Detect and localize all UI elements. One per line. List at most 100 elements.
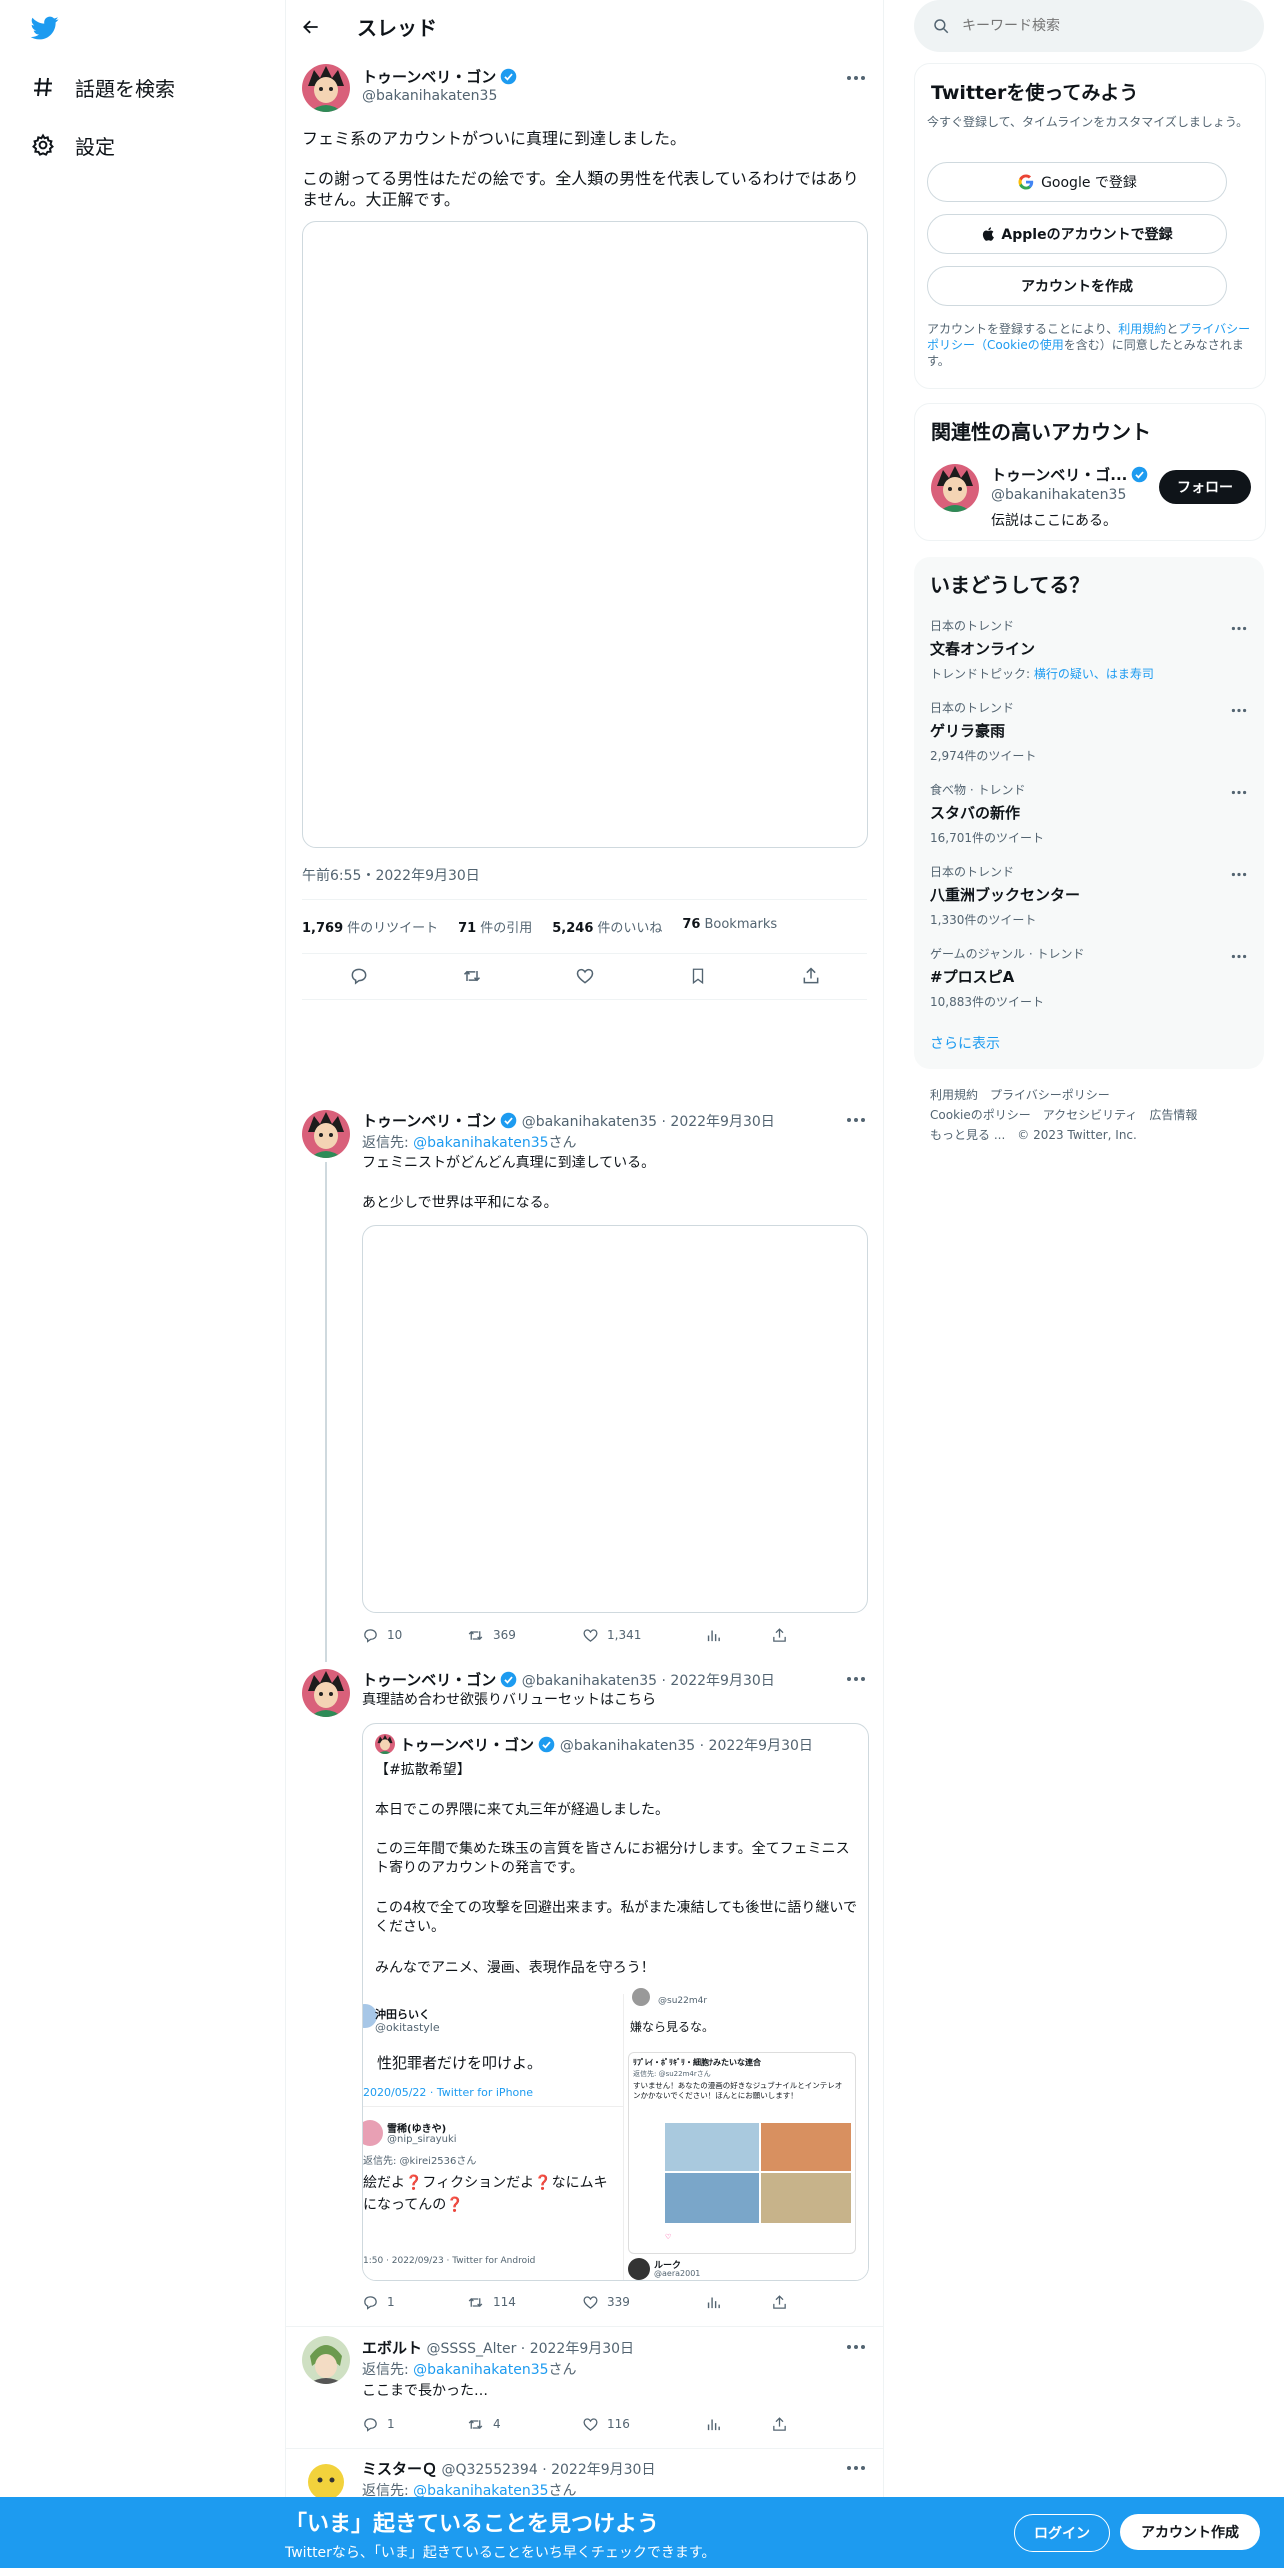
avatar[interactable] xyxy=(302,1110,350,1158)
reply-handle-date[interactable]: @bakanihakaten35 · 2022年9月30日 xyxy=(522,1114,775,1130)
footer-link[interactable]: プライバシーポリシー xyxy=(990,1088,1110,1102)
footer-link[interactable]: 広告情報 xyxy=(1149,1108,1197,1122)
more-options-icon[interactable] xyxy=(843,1107,869,1133)
back-arrow-icon[interactable] xyxy=(296,12,326,42)
twitter-bird-icon[interactable] xyxy=(29,14,61,42)
apple-signup-label: Appleのアカウントで登録 xyxy=(1001,227,1173,243)
share-icon[interactable] xyxy=(771,1627,788,1644)
share-icon[interactable] xyxy=(793,958,829,994)
retweet-button[interactable]: 4 xyxy=(466,2416,582,2433)
analytics-icon[interactable] xyxy=(705,2416,771,2433)
reply-handle-date[interactable]: @bakanihakaten35 · 2022年9月30日 xyxy=(522,1673,775,1689)
reply-button[interactable]: 1 xyxy=(362,2294,466,2311)
share-icon[interactable] xyxy=(771,2416,788,2433)
more-options-icon[interactable] xyxy=(843,1666,869,1692)
more-options-icon[interactable] xyxy=(1228,863,1250,885)
quote-image-collage[interactable]: 沖田らいく @okitastyle 性犯罪者だけを叩けよ。 2020/05/22… xyxy=(363,1988,868,2280)
retweet-icon[interactable] xyxy=(454,958,490,994)
reply-to-line: 返信先: @bakanihakaten35さん xyxy=(362,2359,577,2379)
more-options-icon[interactable] xyxy=(843,2334,869,2360)
terms-link[interactable]: 利用規約 xyxy=(1118,322,1166,336)
like-button[interactable]: 116 xyxy=(582,2416,705,2433)
avatar xyxy=(363,2120,383,2146)
signup-button[interactable]: アカウント作成 xyxy=(1120,2514,1260,2550)
verified-badge-icon xyxy=(1131,466,1148,483)
footer-link[interactable]: 利用規約 xyxy=(930,1088,978,1102)
trend-item[interactable]: 食べ物 · トレンド スタバの新作 16,701件のツイート xyxy=(930,781,1250,859)
retweet-button[interactable]: 369 xyxy=(466,1627,582,1644)
related-account-name-row[interactable]: トゥーンベリ・ゴ... xyxy=(991,464,1148,485)
like-icon[interactable] xyxy=(567,958,603,994)
reply-handle-date[interactable]: @SSSS_Alter · 2022年9月30日 xyxy=(426,2341,634,2357)
reply-handle-date[interactable]: @Q32552394 · 2022年9月30日 xyxy=(441,2462,655,2478)
more-options-icon[interactable] xyxy=(1228,945,1250,967)
avatar[interactable] xyxy=(302,2336,350,2384)
search-input[interactable] xyxy=(960,17,1244,35)
google-signup-button[interactable]: Google で登録 xyxy=(927,162,1227,202)
footer-link[interactable]: もっと見る ... xyxy=(930,1128,1005,1142)
reply-count: 1 xyxy=(387,2417,395,2431)
nav-explore[interactable]: 話題を検索 xyxy=(29,67,175,107)
quoted-tweet[interactable]: トゥーンベリ・ゴン @bakanihakaten35 · 2022年9月30日 … xyxy=(362,1723,869,2281)
nav-settings[interactable]: 設定 xyxy=(29,125,115,165)
trend-item[interactable]: 日本のトレンド ゲリラ豪雨 2,974件のツイート xyxy=(930,699,1250,777)
reply-to-link[interactable]: @bakanihakaten35 xyxy=(413,2362,548,2378)
reply-actions: 1 4 116 xyxy=(362,2414,788,2434)
reply-author-name[interactable]: トゥーンベリ・ゴン xyxy=(362,1671,496,1689)
retweet-count: 114 xyxy=(493,2295,516,2309)
trend-item[interactable]: ゲームのジャンル · トレンド #プロスピA 10,883件のツイート xyxy=(930,945,1250,1023)
left-navigation: 話題を検索 設定 xyxy=(0,0,285,2568)
copyright: © 2023 Twitter, Inc. xyxy=(1017,1128,1137,1142)
analytics-icon[interactable] xyxy=(705,1627,771,1644)
more-options-icon[interactable] xyxy=(843,65,869,91)
analytics-icon[interactable] xyxy=(705,2294,771,2311)
show-more-link[interactable]: さらに表示 xyxy=(930,1033,1000,1053)
create-account-button[interactable]: アカウントを作成 xyxy=(927,266,1227,306)
quote-text-line-1: 【#拡散希望】 xyxy=(375,1762,471,1778)
like-button[interactable]: 1,341 xyxy=(582,1627,705,1644)
more-options-icon[interactable] xyxy=(1228,699,1250,721)
search-box[interactable] xyxy=(914,0,1264,52)
avatar[interactable] xyxy=(302,64,350,112)
retweet-count: 369 xyxy=(493,1628,516,1642)
bookmark-count[interactable]: 76 Bookmarks xyxy=(682,917,777,936)
like-count[interactable]: 5,246 件のいいね xyxy=(552,917,662,936)
quote-count[interactable]: 71 件の引用 xyxy=(458,917,532,936)
reply-button[interactable]: 1 xyxy=(362,2416,466,2433)
footer-link[interactable]: Cookieのポリシー xyxy=(930,1108,1031,1122)
reply-author-name[interactable]: エボルト xyxy=(362,2339,422,2357)
author-name[interactable]: トゥーンベリ・ゴン xyxy=(362,66,517,87)
reply-to-line: 返信先: @bakanihakaten35さん xyxy=(362,1132,577,1152)
tweet-timestamp[interactable]: 午前6:55・2022年9月30日 xyxy=(302,865,480,885)
trend-item[interactable]: 日本のトレンド 文春オンライン トレンドトピック: 横行の疑い、はま寿司 xyxy=(930,617,1250,695)
retweet-count[interactable]: 1,769 件のリツイート xyxy=(302,917,438,936)
avatar[interactable] xyxy=(931,464,979,512)
footer-link[interactable]: アクセシビリティ xyxy=(1043,1108,1138,1122)
avatar[interactable] xyxy=(302,1669,350,1717)
tweet-stats: 1,769 件のリツイート 71 件の引用 5,246 件のいいね 76 Bookmar… xyxy=(302,917,777,936)
trend-sub-link[interactable]: 横行の疑い、はま寿司 xyxy=(1034,667,1154,681)
legal-and: と xyxy=(1166,322,1179,336)
trend-item[interactable]: 日本のトレンド 八重洲ブックセンター 1,330件のツイート xyxy=(930,863,1250,941)
related-account-handle[interactable]: @bakanihakaten35 xyxy=(991,487,1126,503)
more-options-icon[interactable] xyxy=(843,2455,869,2481)
bookmark-icon[interactable] xyxy=(680,958,716,994)
reply-media-image[interactable] xyxy=(362,1225,868,1613)
collage-e-handle: @aera2001 xyxy=(654,2269,701,2278)
google-signup-label: Google で登録 xyxy=(1041,175,1137,191)
reply-to-link[interactable]: @bakanihakaten35 xyxy=(413,1135,548,1151)
login-button[interactable]: ログイン xyxy=(1014,2514,1110,2552)
follow-button[interactable]: フォロー xyxy=(1159,470,1251,504)
share-icon[interactable] xyxy=(771,2294,788,2311)
more-options-icon[interactable] xyxy=(1228,617,1250,639)
tweet-media-image[interactable] xyxy=(302,221,868,848)
reply-button[interactable]: 10 xyxy=(362,1627,466,1644)
more-options-icon[interactable] xyxy=(1228,781,1250,803)
apple-signup-button[interactable]: Appleのアカウントで登録 xyxy=(927,214,1227,254)
like-button[interactable]: 339 xyxy=(582,2294,705,2311)
reply-author-name[interactable]: ミスターＱ xyxy=(362,2460,437,2478)
retweet-button[interactable]: 114 xyxy=(466,2294,582,2311)
reply-icon[interactable] xyxy=(341,958,377,994)
author-handle[interactable]: @bakanihakaten35 xyxy=(362,88,497,104)
reply-author-name[interactable]: トゥーンベリ・ゴン xyxy=(362,1112,496,1130)
